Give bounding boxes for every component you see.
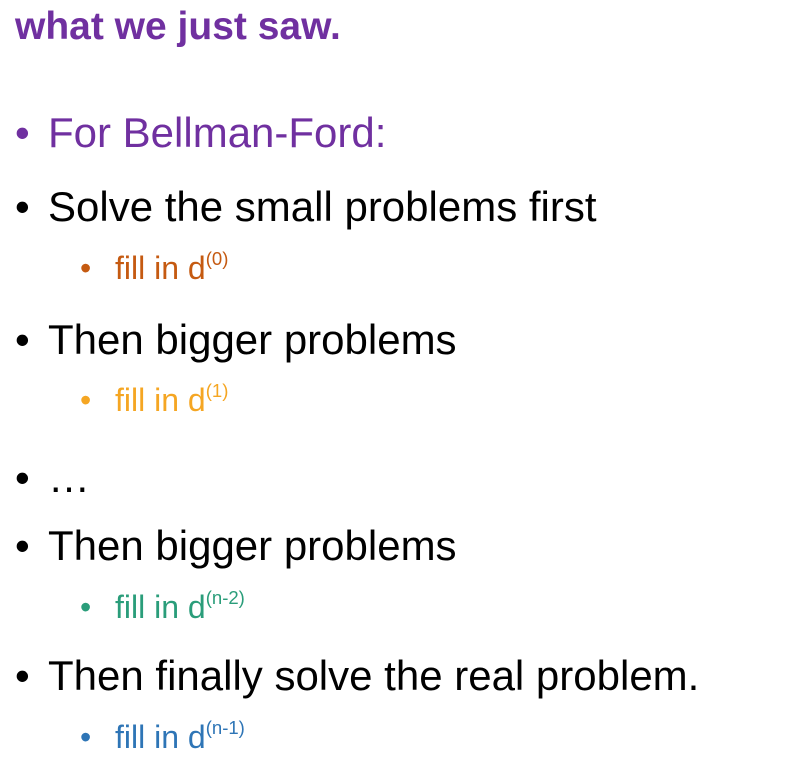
bullet-then-bigger-problems: • Then bigger problems <box>15 315 457 365</box>
superscript: (0) <box>205 248 229 270</box>
bullet-text: Then finally solve the real problem. <box>48 652 700 699</box>
bullet-icon: • <box>80 589 92 625</box>
bullet-icon: • <box>80 382 92 418</box>
bullet-text: For Bellman-Ford: <box>48 109 387 156</box>
sub-bullet-fill-d0: • fill in d(0) <box>80 248 228 288</box>
bullet-solve-small-problems: • Solve the small problems first <box>15 182 597 232</box>
bullet-icon: • <box>80 719 92 755</box>
bullet-text: … <box>48 454 90 501</box>
bullet-text: Solve the small problems first <box>48 183 597 230</box>
sub-bullet-text: fill in d <box>115 589 206 625</box>
bullet-icon: • <box>15 316 30 363</box>
bullet-solve-real-problem: • Then finally solve the real problem. <box>15 651 699 701</box>
bullet-text: Then bigger problems <box>48 522 457 569</box>
bullet-icon: • <box>15 652 30 699</box>
sub-bullet-text: fill in d <box>115 382 206 418</box>
bullet-icon: • <box>15 109 30 156</box>
sub-bullet-fill-dn-2: • fill in d(n-2) <box>80 587 245 627</box>
bullet-for-bellman-ford: • For Bellman-Ford: <box>15 108 386 158</box>
sub-bullet-fill-dn-1: • fill in d(n-1) <box>80 717 245 757</box>
bullet-icon: • <box>15 522 30 569</box>
sub-bullet-fill-d1: • fill in d(1) <box>80 380 228 420</box>
bullet-icon: • <box>80 250 92 286</box>
slide-heading: what we just saw. <box>15 5 341 48</box>
bullet-text: Then bigger problems <box>48 316 457 363</box>
sub-bullet-text: fill in d <box>115 719 206 755</box>
superscript: (n-2) <box>205 587 245 609</box>
bullet-then-bigger-problems-2: • Then bigger problems <box>15 521 457 571</box>
bullet-ellipsis: •… <box>15 453 90 503</box>
slide: what we just saw. • For Bellman-Ford: • So… <box>0 0 787 760</box>
bullet-icon: • <box>15 183 30 230</box>
sub-bullet-text: fill in d <box>115 250 206 286</box>
superscript: (n-1) <box>205 717 245 739</box>
bullet-icon: • <box>15 454 30 501</box>
superscript: (1) <box>205 380 229 402</box>
